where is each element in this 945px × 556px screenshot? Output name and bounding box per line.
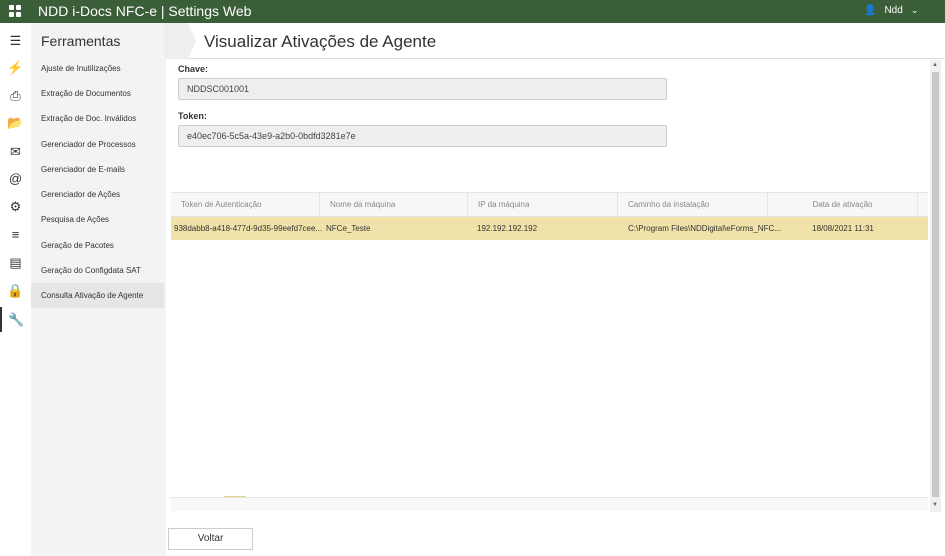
token-field[interactable]: e40ec706-5c5a-43e9-a2b0-0bdfd3281e7e xyxy=(178,125,667,147)
apps-grid-icon[interactable] xyxy=(9,5,21,17)
cell-machine: NFCe_Teste xyxy=(326,224,371,233)
sidebar-item-extracao-documentos[interactable]: Extração de Documentos xyxy=(31,81,164,106)
at-icon[interactable]: @ xyxy=(0,166,31,191)
column-header-token[interactable]: Token de Autenticação xyxy=(171,193,320,217)
agent-spy-icon xyxy=(164,23,196,59)
sidebar-item-consulta-ativacao[interactable]: Consulta Ativação de Agente xyxy=(31,283,164,308)
cell-date: 18/08/2021 11:31 xyxy=(812,224,874,233)
sidebar-item-pesquisa-acoes[interactable]: Pesquisa de Ações xyxy=(31,207,164,232)
activations-grid: Token de Autenticação Nome da máquina IP… xyxy=(171,192,928,511)
page-title: Visualizar Ativações de Agente xyxy=(204,32,437,51)
sidebar-title: Ferramentas xyxy=(41,33,121,49)
column-header-date[interactable]: Data de ativação xyxy=(768,193,918,217)
scrollbar[interactable]: ▲ ▼ xyxy=(930,60,941,512)
sidebar-item-configdata-sat[interactable]: Geração do Configdata SAT xyxy=(31,258,164,283)
column-header-ip[interactable]: IP da máquina xyxy=(468,193,618,217)
sidebar-item-ajuste-inutilizacoes[interactable]: Ajuste de Inutilizações xyxy=(31,56,164,81)
sidebar-item-geracao-pacotes[interactable]: Geração de Pacotes xyxy=(31,233,164,258)
chevron-down-icon: ⌄ xyxy=(910,5,919,15)
back-button[interactable]: Voltar xyxy=(168,528,253,550)
scroll-up-icon[interactable]: ▲ xyxy=(932,62,938,68)
token-label: Token: xyxy=(178,111,207,121)
user-menu[interactable]: 👤 Ndd ⌄ xyxy=(864,5,918,16)
sidebar-item-gerenciador-acoes[interactable]: Gerenciador de Ações xyxy=(31,182,164,207)
grid-header: Token de Autenticação Nome da máquina IP… xyxy=(171,193,928,217)
cell-path: C:\Program Files\NDDigital\eForms_NFC... xyxy=(628,224,781,233)
icon-rail: ☰ ⚡ ⎙ 📂 ✉ @ ⚙ ≡ ▤ 🔒 🔧 xyxy=(0,23,31,556)
page-header: Visualizar Ativações de Agente xyxy=(164,23,945,59)
folder-open-icon[interactable]: 📂 xyxy=(0,110,31,135)
sidebar-item-gerenciador-emails[interactable]: Gerenciador de E-mails xyxy=(31,157,164,182)
printer-icon[interactable]: ⎙ xyxy=(0,83,31,108)
sidebar-item-extracao-invalidos[interactable]: Extração de Doc. Inválidos xyxy=(31,106,164,131)
envelope-icon[interactable]: ✉ xyxy=(0,139,31,164)
sliders-icon[interactable]: ≡ xyxy=(0,222,31,247)
table-row[interactable]: 938dabb8-a418-477d-9d35-99eefd7cee... NF… xyxy=(171,217,928,240)
scrollbar-thumb[interactable] xyxy=(932,72,939,497)
lock-icon[interactable]: 🔒 xyxy=(0,278,31,303)
top-bar: NDD i-Docs NFC-e | Settings Web 👤 Ndd ⌄ xyxy=(0,0,945,23)
menu-icon[interactable]: ☰ xyxy=(0,28,31,53)
wrench-icon[interactable]: 🔧 xyxy=(0,307,31,332)
gear-icon[interactable]: ⚙ xyxy=(0,194,31,219)
chave-label: Chave: xyxy=(178,64,209,74)
server-icon[interactable]: ▤ xyxy=(0,250,31,275)
column-header-machine[interactable]: Nome da máquina xyxy=(320,193,468,217)
user-icon: 👤 xyxy=(864,5,877,16)
user-name: Ndd xyxy=(884,5,903,16)
divider xyxy=(164,59,166,556)
cell-token: 938dabb8-a418-477d-9d35-99eefd7cee... xyxy=(174,224,322,233)
sidebar-item-gerenciador-processos[interactable]: Gerenciador de Processos xyxy=(31,132,164,157)
scroll-down-icon[interactable]: ▼ xyxy=(932,502,938,508)
app-title: NDD i-Docs NFC-e | Settings Web xyxy=(38,3,252,19)
cell-ip: 192.192.192.192 xyxy=(477,224,538,233)
grid-footer xyxy=(171,496,928,511)
chave-field[interactable]: NDDSC001001 xyxy=(178,78,667,100)
sidebar: Ferramentas Ajuste de Inutilizações Extr… xyxy=(31,23,164,556)
column-header-path[interactable]: Caminho da instalação xyxy=(618,193,768,217)
plug-icon[interactable]: ⚡ xyxy=(0,55,31,80)
